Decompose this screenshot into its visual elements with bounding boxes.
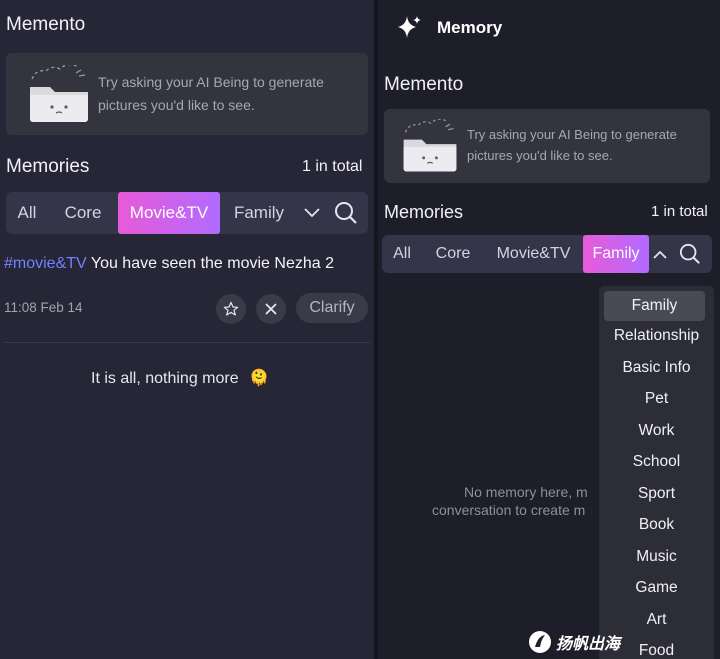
chevron-down-icon [304, 208, 320, 218]
search-button[interactable] [671, 235, 709, 273]
search-button[interactable] [326, 192, 366, 234]
dropdown-item-relationship[interactable]: Relationship [599, 327, 714, 345]
memento-hint-card[interactable]: Try asking your AI Being to generate pic… [6, 53, 368, 135]
tab-all[interactable]: All [382, 235, 422, 273]
memories-title: Memories [6, 156, 90, 177]
memento-title: Memento [384, 74, 464, 95]
category-dropdown: Family Relationship Basic Info Pet Work … [599, 286, 714, 659]
star-button[interactable] [216, 294, 246, 324]
dropdown-item-basic-info[interactable]: Basic Info [599, 359, 714, 377]
empty-state-line-1: No memory here, m [464, 484, 588, 500]
memory-count: 1 in total [651, 203, 708, 220]
dropdown-item-family[interactable]: Family [604, 291, 705, 321]
chevron-up-icon [653, 250, 667, 259]
emoji-face-icon: 🫠 [249, 370, 269, 387]
left-memory-panel: Memento Try asking your AI Being to gene… [0, 0, 374, 659]
collapse-tabs-button[interactable] [649, 235, 671, 273]
category-tab-bar: All Core Movie&TV Family [382, 235, 712, 273]
dropdown-item-sport[interactable]: Sport [599, 485, 714, 503]
watermark-logo-icon [529, 631, 551, 653]
folder-icon [30, 65, 88, 122]
empty-state-line-2: conversation to create m [432, 502, 586, 518]
dropdown-item-work[interactable]: Work [599, 422, 714, 440]
memory-item[interactable]: #movie&TV You have seen the movie Nezha … [4, 255, 334, 273]
dropdown-item-book[interactable]: Book [599, 516, 714, 534]
tab-movie-tv[interactable]: Movie&TV [118, 192, 220, 234]
tab-family[interactable]: Family [220, 192, 298, 234]
tab-family[interactable]: Family [583, 235, 649, 273]
dropdown-item-art[interactable]: Art [599, 611, 714, 629]
dropdown-item-game[interactable]: Game [599, 579, 714, 597]
tab-all[interactable]: All [6, 192, 48, 234]
watermark-text: 扬帆出海 [556, 636, 621, 653]
search-icon [335, 202, 357, 224]
hint-line-2: pictures you'd like to see. [467, 148, 613, 163]
memory-timestamp: 11:08 Feb 14 [4, 300, 83, 315]
dropdown-item-pet[interactable]: Pet [599, 390, 714, 408]
memory-text: You have seen the movie Nezha 2 [86, 255, 334, 272]
tab-movie-tv[interactable]: Movie&TV [484, 235, 583, 273]
memories-title: Memories [384, 202, 464, 222]
folder-icon [403, 119, 457, 172]
tab-core[interactable]: Core [422, 235, 484, 273]
close-icon [265, 303, 277, 315]
delete-button[interactable] [256, 294, 286, 324]
dropdown-item-music[interactable]: Music [599, 548, 714, 566]
memento-hint-card[interactable]: Try asking your AI Being to generate pic… [384, 109, 710, 183]
star-icon [223, 301, 239, 316]
page-title: Memory [437, 18, 503, 37]
memento-title: Memento [6, 14, 86, 35]
hint-line-1: Try asking your AI Being to generate [467, 127, 677, 142]
divider [4, 342, 370, 343]
end-of-list-label: It is all, nothing more [91, 370, 239, 387]
search-icon [679, 243, 700, 264]
sparkle-icon [398, 16, 421, 38]
clarify-button[interactable]: Clarify [296, 293, 368, 323]
category-tab-bar: All Core Movie&TV Family [6, 192, 368, 234]
memory-tag[interactable]: #movie&TV [4, 255, 87, 272]
hint-line-2: pictures you'd like to see. [98, 97, 255, 113]
memory-count: 1 in total [302, 158, 363, 175]
dropdown-item-school[interactable]: School [599, 453, 714, 471]
end-of-list-text: It is all, nothing more 🫠 [91, 368, 269, 388]
expand-tabs-button[interactable] [298, 192, 326, 234]
tab-core[interactable]: Core [48, 192, 118, 234]
watermark: 扬帆出海 [528, 630, 620, 654]
hint-line-1: Try asking your AI Being to generate [98, 74, 324, 90]
